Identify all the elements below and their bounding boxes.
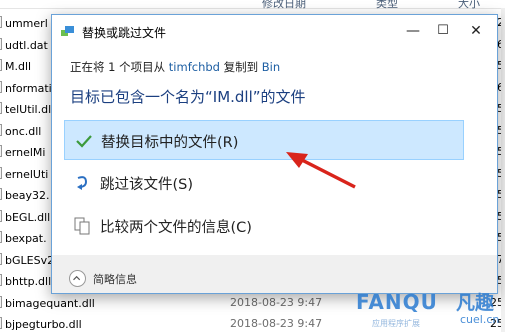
checkmark-icon: [76, 135, 92, 148]
file-icon: [0, 231, 2, 243]
dest-folder-link[interactable]: Bin: [262, 60, 280, 74]
file-icon: [0, 123, 2, 136]
file-name: bEGL.dll: [0, 209, 51, 224]
file-icon: [0, 252, 2, 265]
file-icon: [0, 16, 2, 28]
column-size[interactable]: 大小: [458, 0, 480, 11]
column-type[interactable]: 类型: [376, 0, 398, 11]
skip-arrow-icon: [77, 176, 88, 190]
watermark-brand: FANQU: [356, 290, 438, 314]
watermark-domain: cuel.cn: [460, 313, 500, 326]
file-name: ernelUti: [0, 166, 49, 181]
minimize-button[interactable]: —: [399, 20, 427, 42]
file-name: ernelMi: [0, 145, 45, 159]
skip-file-option[interactable]: 跳过该文件(S): [64, 163, 464, 203]
file-name: bjpegturbo.dll: [0, 317, 82, 331]
file-name: bGLESv2: [0, 252, 55, 267]
file-icon: [0, 102, 2, 114]
file-icon: [0, 188, 2, 200]
dialog-title: 替换或跳过文件: [82, 26, 167, 40]
watermark-cn: 凡趣: [456, 292, 495, 314]
conflict-heading: 目标已包含一个名为“IM.dll”的文件: [70, 88, 306, 106]
file-icon: [0, 145, 2, 157]
file-compare-icon: [74, 217, 90, 235]
file-name-text: ernelUti: [5, 167, 49, 181]
status-prefix: 正在将 1 个项目从: [70, 60, 166, 74]
copy-status: 正在将 1 个项目从 timfchbd 复制到 Bin: [70, 59, 280, 75]
column-date[interactable]: 修改日期: [262, 0, 306, 11]
file-icon: [0, 59, 2, 71]
compare-option-label: 比较两个文件的信息(C): [100, 220, 252, 236]
less-info-button[interactable]: [69, 270, 86, 287]
file-name: telUtil.dl: [0, 102, 51, 116]
file-icon: [0, 274, 2, 286]
file-name: beay32.: [0, 188, 50, 202]
maximize-button[interactable]: ☐: [429, 20, 457, 42]
file-name: udtl.dat: [0, 37, 48, 52]
file-name: bimagequant.dll: [0, 295, 95, 310]
file-name-text: udtl.dat: [5, 38, 48, 52]
dialog-footer: 简略信息: [52, 256, 497, 293]
compare-files-option[interactable]: 比较两个文件的信息(C): [64, 206, 464, 246]
scrollbar[interactable]: [501, 8, 505, 332]
file-name-text: onc.dll: [5, 124, 42, 138]
replace-file-option[interactable]: 替换目标中的文件(R): [64, 120, 464, 160]
file-icon: [0, 209, 2, 222]
file-name: nformatio: [0, 80, 58, 95]
file-name-text: bhttp.dll: [5, 275, 52, 288]
column-header: 修改日期 类型 大小: [0, 0, 505, 11]
file-icon: [0, 317, 2, 329]
file-name-text: bjpegturbo.dll: [5, 318, 82, 331]
file-name-text: ummerl: [5, 17, 48, 30]
file-icon: [0, 295, 2, 308]
replace-or-skip-dialog: 替换或跳过文件 — ☐ ✕ 正在将 1 个项目从 timfchbd 复制到 Bi…: [51, 14, 498, 294]
less-info-label[interactable]: 简略信息: [93, 271, 137, 287]
title-bar[interactable]: 替换或跳过文件 — ☐ ✕: [52, 15, 497, 48]
file-name-text: bGLESv2: [5, 253, 55, 267]
file-icon: [0, 37, 2, 50]
file-icon: [0, 80, 2, 93]
file-icon: [0, 166, 2, 179]
file-name-text: ernelMi: [5, 146, 46, 159]
file-name: ummerl: [0, 16, 48, 30]
file-name: onc.dll: [0, 123, 42, 138]
file-name: bhttp.dll: [0, 274, 51, 288]
copy-icon: [61, 26, 74, 36]
file-name-text: telUtil.dl: [5, 103, 52, 116]
file-name: M.dll: [0, 59, 31, 73]
file-date: 2018-08-23 9:47: [230, 317, 323, 330]
status-middle: 复制到: [223, 60, 259, 74]
close-button[interactable]: ✕: [462, 20, 490, 42]
skip-option-label: 跳过该文件(S): [100, 177, 194, 193]
file-name-text: bimagequant.dll: [5, 296, 95, 310]
replace-option-label: 替换目标中的文件(R): [101, 135, 239, 151]
watermark-sub: 应用程序扩展: [372, 319, 420, 328]
source-folder-link[interactable]: timfchbd: [169, 60, 220, 74]
file-name-text: beay32.: [5, 189, 50, 202]
file-name: bexpat.: [0, 231, 47, 245]
file-name-text: M.dll: [5, 60, 32, 73]
file-date: 2018-08-23 9:47: [230, 295, 323, 309]
chevron-up-icon: [73, 275, 81, 281]
file-name-text: bexpat.: [5, 232, 47, 245]
file-name-text: bEGL.dll: [5, 210, 51, 224]
